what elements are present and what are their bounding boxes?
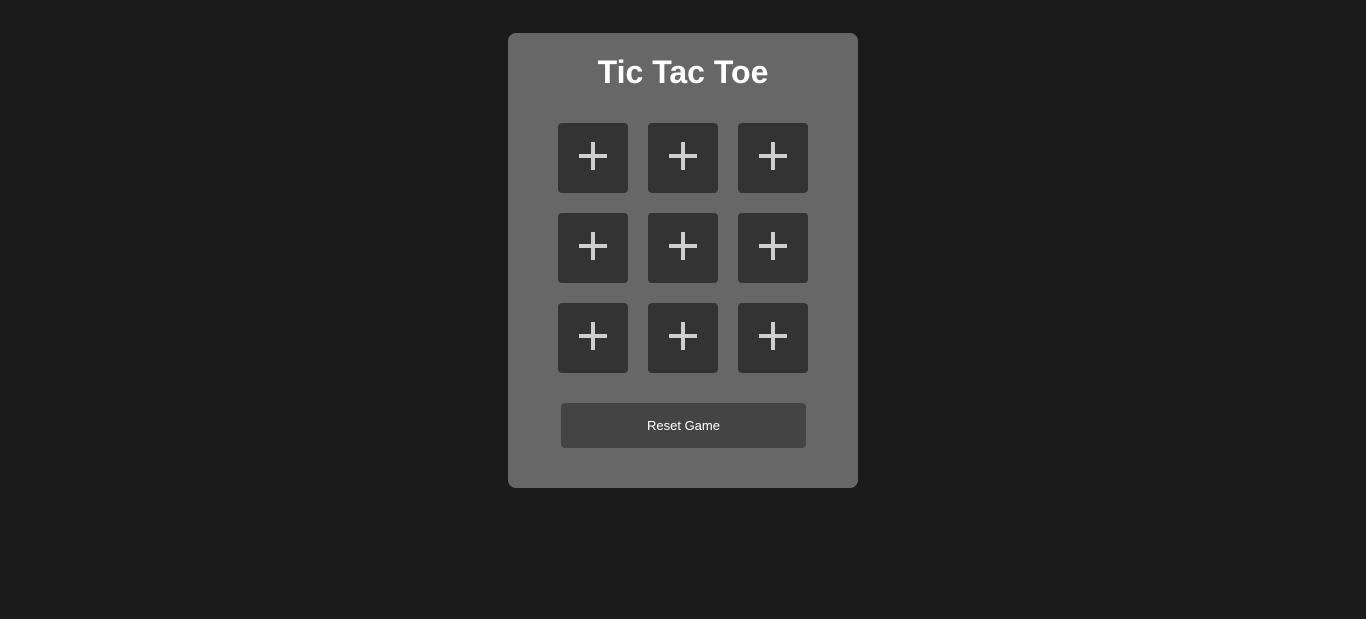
plus-icon: [669, 142, 697, 170]
plus-icon: [759, 232, 787, 260]
game-card: Tic Tac Toe Reset Game: [508, 33, 858, 488]
plus-icon: [579, 142, 607, 170]
plus-icon: [579, 232, 607, 260]
board-cell-0-0[interactable]: [558, 123, 628, 193]
board-cell-2-0[interactable]: [558, 303, 628, 373]
board-cell-1-1[interactable]: [648, 213, 718, 283]
plus-icon: [669, 322, 697, 350]
board-cell-2-2[interactable]: [738, 303, 808, 373]
board-cell-1-2[interactable]: [738, 213, 808, 283]
plus-icon: [579, 322, 607, 350]
board-cell-1-0[interactable]: [558, 213, 628, 283]
plus-icon: [669, 232, 697, 260]
board-cell-0-1[interactable]: [648, 123, 718, 193]
plus-icon: [759, 322, 787, 350]
game-title: Tic Tac Toe: [597, 54, 769, 90]
board-cell-0-2[interactable]: [738, 123, 808, 193]
plus-icon: [759, 142, 787, 170]
board-cell-2-1[interactable]: [648, 303, 718, 373]
game-board: [558, 123, 808, 373]
reset-game-button[interactable]: Reset Game: [561, 403, 806, 448]
